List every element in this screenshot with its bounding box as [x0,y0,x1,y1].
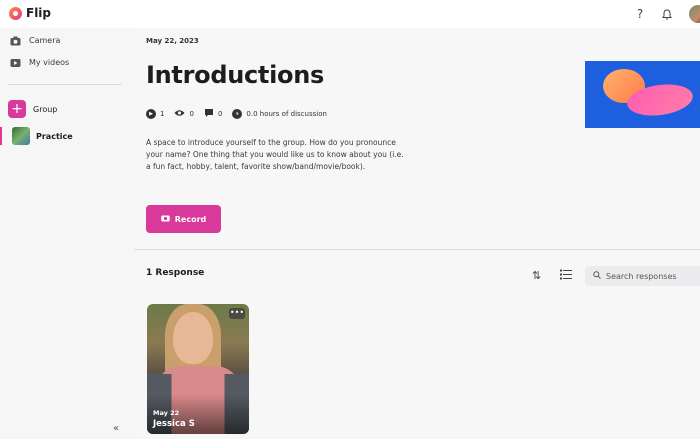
topic-date: May 22, 2023 [146,37,199,45]
views-count: 0 [189,110,194,118]
comment-icon [204,108,214,120]
search-icon [593,271,601,281]
list-view-icon[interactable] [560,269,572,283]
search-placeholder: Search responses [606,271,677,281]
sidebar-item-practice[interactable]: Practice [0,126,134,146]
flip-logo[interactable]: Flip [9,6,51,20]
search-responses-input[interactable]: Search responses [585,266,700,286]
eye-icon [174,109,185,119]
video-icon [10,57,21,68]
question-icon[interactable]: ? [632,6,648,22]
sort-icon[interactable]: ⇅ [532,269,541,282]
response-date: May 22 [153,409,180,417]
group-label: Group [33,104,58,114]
camera-icon [161,214,170,224]
sidebar-item-label: Camera [29,36,61,45]
group-thumbnail [12,127,30,145]
play-icon: ▶ [146,109,156,119]
camera-icon [10,35,21,46]
main-content: May 22, 2023 Introductions ▶ 1 0 0 0.0 h… [134,28,700,439]
page-title: Introductions [146,61,324,89]
responses-count: 1 Response [146,268,205,278]
plus-icon: + [8,100,26,118]
app-name: Flip [26,6,52,20]
topic-stats: ▶ 1 0 0 0.0 hours of discussion [146,108,327,120]
more-options-icon[interactable]: ••• [229,308,245,319]
top-bar: Flip ? [0,0,700,28]
sidebar-item-label: My videos [29,58,70,67]
views-stat: 0 [174,109,194,119]
sidebar-divider [8,84,122,85]
flip-logo-icon [9,6,22,20]
response-author: Jessica S [153,419,195,429]
record-button[interactable]: Record [146,205,221,233]
section-divider [134,249,700,250]
collapse-sidebar-icon[interactable]: « [113,423,119,434]
video-thumbnail-face [173,312,213,364]
discussion-hours: 0.0 hours of discussion [246,110,327,118]
sidebar-item-camera[interactable]: Camera [10,35,60,46]
topic-description: A space to introduce yourself to the gro… [146,138,404,171]
videos-stat: ▶ 1 [146,109,164,119]
response-card[interactable]: ••• May 22 Jessica S [147,304,249,434]
clock-icon [232,109,243,119]
record-label: Record [174,214,207,224]
user-avatar[interactable] [689,5,700,23]
practice-label: Practice [36,131,73,141]
discussion-stat: 0.0 hours of discussion [232,109,327,119]
comments-count: 0 [217,110,223,118]
add-group-button[interactable]: + Group [8,100,57,118]
active-indicator [0,127,2,145]
bell-icon[interactable] [659,6,675,22]
topic-banner-image [585,61,700,128]
videos-count: 1 [160,110,165,118]
sidebar-item-my-videos[interactable]: My videos [10,57,69,68]
sidebar: Camera My videos + Group Practice « [0,28,134,439]
comments-stat: 0 [204,108,222,120]
